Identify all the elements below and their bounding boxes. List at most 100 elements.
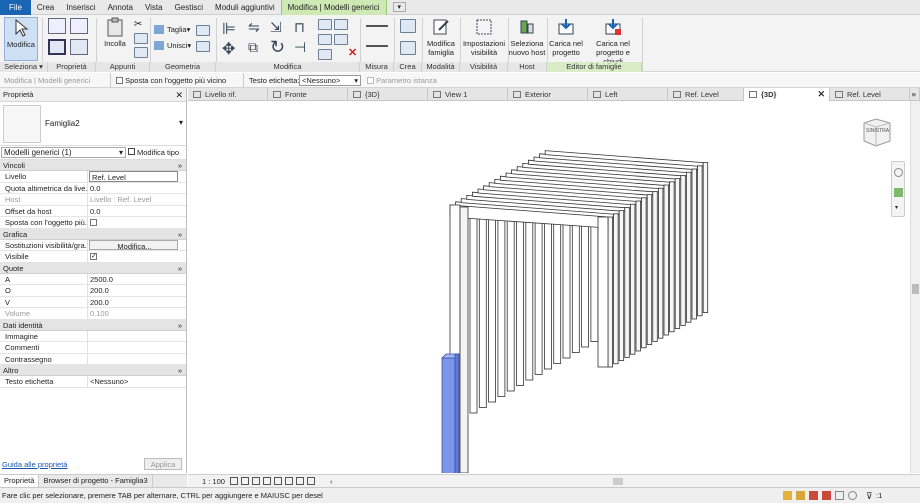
carica-progetto-button[interactable]: Carica nel progetto — [548, 17, 584, 57]
view-tab[interactable]: Left — [588, 88, 668, 101]
close-icon[interactable]: ✕ — [175, 88, 183, 102]
create-group-icon[interactable] — [400, 19, 416, 33]
section-dati-identita[interactable]: Dati identità » — [0, 319, 186, 331]
unisci-button[interactable]: Unisci ▾ — [154, 41, 191, 50]
modifica-famiglia-button[interactable]: Modifica famiglia — [424, 17, 458, 57]
reveal-hidden-icon[interactable] — [307, 477, 315, 485]
menu-moduli[interactable]: Moduli aggiuntivi — [209, 0, 281, 15]
create-similar-icon[interactable] — [400, 41, 416, 55]
match-icon[interactable] — [134, 47, 148, 58]
view-tab[interactable]: Ref. Level — [830, 88, 910, 101]
split-gap-icon[interactable] — [318, 49, 332, 60]
taglia-button[interactable]: Taglia ▾ — [154, 25, 190, 34]
family-types-icon[interactable] — [70, 18, 88, 34]
measure-icon[interactable] — [366, 25, 388, 27]
menu-vista[interactable]: Vista — [139, 0, 169, 15]
split-icon[interactable]: ⊣ — [294, 39, 306, 56]
select-links-icon[interactable] — [783, 491, 792, 500]
shadows-icon[interactable] — [263, 477, 271, 485]
menu-crea[interactable]: Crea — [31, 0, 60, 15]
trim-icon[interactable]: ⊓ — [294, 19, 305, 36]
close-icon[interactable]: ✕ — [817, 88, 825, 101]
pin-icon[interactable] — [318, 34, 332, 45]
commenti-field[interactable] — [88, 342, 186, 353]
visual-style-icon[interactable] — [241, 477, 249, 485]
menu-gestisci[interactable]: Gestisci — [169, 0, 209, 15]
view-tab-active[interactable]: {3D} ✕ — [744, 88, 830, 101]
filter-icon[interactable]: ⊽ — [866, 488, 873, 504]
testo-etichetta-field[interactable]: <Nessuno> — [88, 376, 186, 387]
drag-elements-icon[interactable] — [835, 491, 844, 500]
contrassegno-field[interactable] — [88, 354, 186, 365]
detail-level-icon[interactable] — [230, 477, 238, 485]
type-properties-icon[interactable] — [48, 18, 66, 34]
cut-icon[interactable]: ✂ — [134, 19, 142, 30]
scale-icon[interactable] — [334, 19, 348, 30]
impostazioni-visibilita-button[interactable]: Impostazioni visibilità — [462, 17, 506, 57]
unpin-icon[interactable] — [334, 34, 348, 45]
modifica-tipo-button[interactable]: Modifica tipo — [128, 147, 179, 158]
sposta-checkbox[interactable] — [116, 77, 123, 85]
menu-modifica-modelli[interactable]: Modifica | Modelli generici — [280, 0, 387, 15]
pergola-model[interactable] — [449, 150, 709, 474]
tab-proprieta[interactable]: Proprietà — [0, 475, 40, 487]
view-tab[interactable]: Livello rif. — [188, 88, 268, 101]
geometry-tool-icon[interactable] — [196, 25, 210, 36]
quota-field[interactable]: 0.0 — [88, 183, 186, 194]
section-quote[interactable]: Quote » — [0, 262, 186, 274]
a-field[interactable]: 2500.0 — [88, 274, 186, 285]
mirror-icon[interactable]: ⇲ — [270, 19, 282, 36]
tabs-menu-icon[interactable]: ≡ — [910, 88, 920, 101]
view-tab[interactable]: Ref. Level — [668, 88, 744, 101]
select-face-icon[interactable] — [822, 491, 831, 500]
geometry-tool2-icon[interactable] — [196, 41, 210, 52]
3d-model-view[interactable] — [188, 101, 910, 479]
menu-file[interactable]: File — [0, 0, 31, 15]
apply-button[interactable]: Applica — [144, 458, 182, 470]
menu-extra-dropdown[interactable]: ▾ — [392, 2, 407, 12]
testo-etichetta-select[interactable]: <Nessuno> ▾ — [299, 75, 361, 86]
family-category-icon[interactable] — [70, 39, 88, 55]
vertical-scrollbar[interactable] — [910, 101, 920, 473]
crop-view-icon[interactable] — [274, 477, 282, 485]
v-field[interactable]: 200.0 — [88, 297, 186, 308]
properties-icon[interactable] — [48, 39, 66, 55]
drawing-canvas[interactable]: SINISTRA ▾ — [188, 101, 910, 479]
view-tab[interactable]: Exterior — [508, 88, 588, 101]
section-vincoli[interactable]: Vincoli » — [0, 160, 186, 171]
selected-post[interactable] — [441, 353, 460, 479]
copy-elements-icon[interactable]: ⧉ — [248, 39, 258, 56]
carica-chiudi-button[interactable]: Carica nel progetto e chiudi — [586, 17, 640, 66]
livello-field[interactable]: Ref. Level — [89, 171, 178, 182]
viewcube[interactable]: SINISTRA — [860, 115, 892, 147]
offset-icon[interactable]: ⇋ — [248, 19, 260, 36]
section-altro[interactable]: Altro » — [0, 365, 186, 376]
o-field[interactable]: 200.0 — [88, 285, 186, 296]
sostituzioni-button[interactable]: Modifica... — [89, 239, 178, 250]
seleziona-host-button[interactable]: Seleziona nuovo host — [508, 17, 546, 57]
tab-browser-progetto[interactable]: Browser di progetto - Famiglia3 — [39, 475, 153, 487]
steering-wheel-icon[interactable] — [894, 168, 903, 177]
sposta-prop-checkbox[interactable] — [90, 219, 97, 227]
settings-icon[interactable] — [848, 491, 857, 500]
sun-path-icon[interactable] — [252, 477, 260, 485]
horizontal-scroll-thumb[interactable] — [613, 478, 623, 485]
view-tab[interactable]: View 1 — [428, 88, 508, 101]
delete-icon[interactable]: ✕ — [348, 46, 357, 59]
view-tab[interactable]: Fronte — [268, 88, 348, 101]
instance-filter-select[interactable]: Modelli generici (1) ▾ — [1, 147, 126, 158]
view-tab[interactable]: {3D} — [348, 88, 428, 101]
section-grafica[interactable]: Grafica » — [0, 228, 186, 240]
incolla-button[interactable]: Incolla — [100, 17, 130, 48]
visibile-checkbox[interactable]: ✓ — [90, 253, 97, 261]
type-selector[interactable]: Famiglia2 ▾ — [0, 102, 186, 146]
align-icon[interactable]: ⊫ — [222, 19, 236, 39]
rotate-icon[interactable]: ↻ — [270, 37, 285, 58]
offset-field[interactable]: 0.0 — [88, 206, 186, 217]
sposta-checkbox-row[interactable]: Sposta con l'oggetto più vicino — [116, 73, 226, 88]
array-icon[interactable] — [318, 19, 332, 30]
panel-seleziona[interactable]: Seleziona ▾ — [0, 62, 48, 72]
help-link[interactable]: Guida alle proprietà — [2, 460, 67, 469]
move-icon[interactable]: ✥ — [222, 39, 235, 59]
immagine-field[interactable] — [88, 331, 186, 342]
